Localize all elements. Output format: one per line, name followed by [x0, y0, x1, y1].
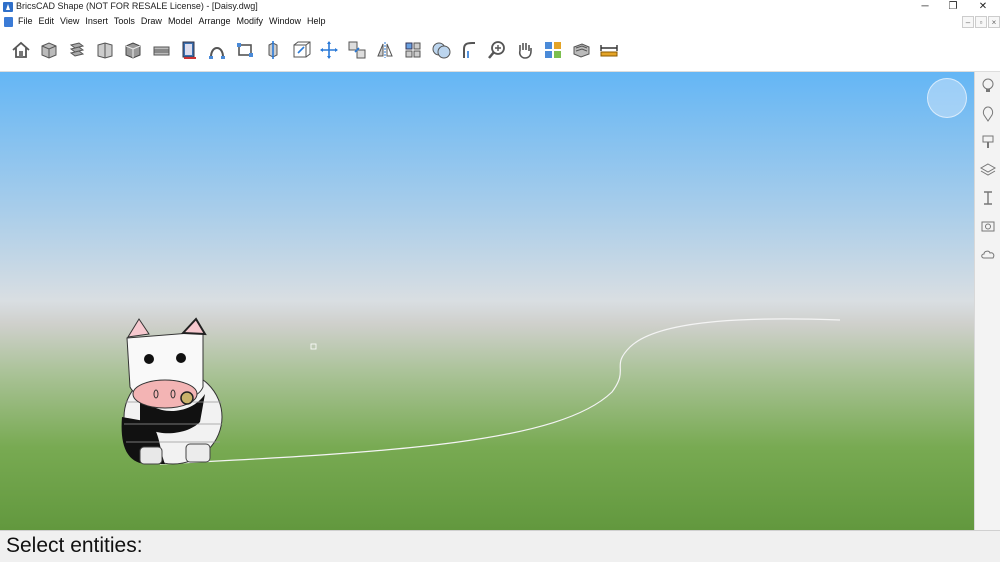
- frame-box-icon[interactable]: [290, 39, 312, 61]
- bricscad-logo-icon: [3, 2, 13, 12]
- rectangle-icon[interactable]: [234, 39, 256, 61]
- viewcube-compass[interactable]: [927, 78, 967, 118]
- materials-icon[interactable]: [542, 39, 564, 61]
- right-panel: [974, 72, 1000, 530]
- properties-icon[interactable]: [980, 106, 996, 122]
- text-cursor-icon[interactable]: [980, 190, 996, 206]
- menu-item-insert[interactable]: Insert: [85, 16, 108, 26]
- restore-button[interactable]: ❐: [938, 0, 968, 15]
- menu-item-arrange[interactable]: Arrange: [198, 16, 230, 26]
- menu-item-file[interactable]: File: [18, 16, 33, 26]
- model-scene[interactable]: [0, 72, 974, 530]
- pan-hand-icon[interactable]: [514, 39, 536, 61]
- menu-item-model[interactable]: Model: [168, 16, 193, 26]
- box-view-icon[interactable]: [38, 39, 60, 61]
- cube-icon[interactable]: [122, 39, 144, 61]
- document-minimize-button[interactable]: –: [962, 16, 974, 28]
- array-icon[interactable]: [402, 39, 424, 61]
- cow-model[interactable]: [121, 317, 223, 465]
- menu-item-window[interactable]: Window: [269, 16, 301, 26]
- menu-bar: File Edit View Insert Tools Draw Model Arrange M…: [0, 15, 1000, 29]
- minimize-button[interactable]: ─: [910, 0, 940, 15]
- menu-item-view[interactable]: View: [60, 16, 79, 26]
- model-viewport[interactable]: [0, 72, 974, 530]
- measure-icon[interactable]: [598, 39, 620, 61]
- command-prompt: Select entities:: [6, 534, 143, 557]
- union-icon[interactable]: [430, 39, 452, 61]
- document-close-button[interactable]: ×: [988, 16, 1000, 28]
- zoom-icon[interactable]: [486, 39, 508, 61]
- stack-icon[interactable]: [66, 39, 88, 61]
- bricscad-window: BricsCAD Shape (NOT FOR RESALE License) …: [0, 0, 1000, 562]
- render-icon[interactable]: [570, 39, 592, 61]
- menu-items: File Edit View Insert Tools Draw Model Arrange M…: [18, 16, 332, 26]
- main-toolbar: [0, 29, 1000, 72]
- book-icon[interactable]: [178, 39, 200, 61]
- lightbulb-icon[interactable]: [980, 78, 996, 94]
- camera-icon[interactable]: [980, 218, 996, 234]
- move-icon[interactable]: [318, 39, 340, 61]
- copy-icon[interactable]: [346, 39, 368, 61]
- extrude-icon[interactable]: [150, 39, 172, 61]
- menu-item-edit[interactable]: Edit: [39, 16, 55, 26]
- arc-icon[interactable]: [206, 39, 228, 61]
- close-button[interactable]: ✕: [968, 0, 998, 15]
- paint-icon[interactable]: [980, 134, 996, 150]
- mirror-icon[interactable]: [374, 39, 396, 61]
- menu-item-draw[interactable]: Draw: [141, 16, 162, 26]
- window-title: BricsCAD Shape (NOT FOR RESALE License) …: [16, 1, 258, 11]
- document-restore-button[interactable]: ▫: [975, 16, 987, 28]
- push-pull-icon[interactable]: [262, 39, 284, 61]
- home-icon[interactable]: [10, 39, 32, 61]
- document-icon: [4, 17, 13, 27]
- menu-item-tools[interactable]: Tools: [114, 16, 135, 26]
- layers-icon[interactable]: [979, 162, 997, 178]
- title-bar: BricsCAD Shape (NOT FOR RESALE License) …: [0, 0, 1000, 15]
- open-box-icon[interactable]: [94, 39, 116, 61]
- menu-item-help[interactable]: Help: [307, 16, 326, 26]
- cloud-icon[interactable]: [980, 246, 996, 262]
- menu-item-modify[interactable]: Modify: [236, 16, 263, 26]
- command-line[interactable]: Select entities:: [0, 530, 1000, 562]
- fillet-icon[interactable]: [458, 39, 480, 61]
